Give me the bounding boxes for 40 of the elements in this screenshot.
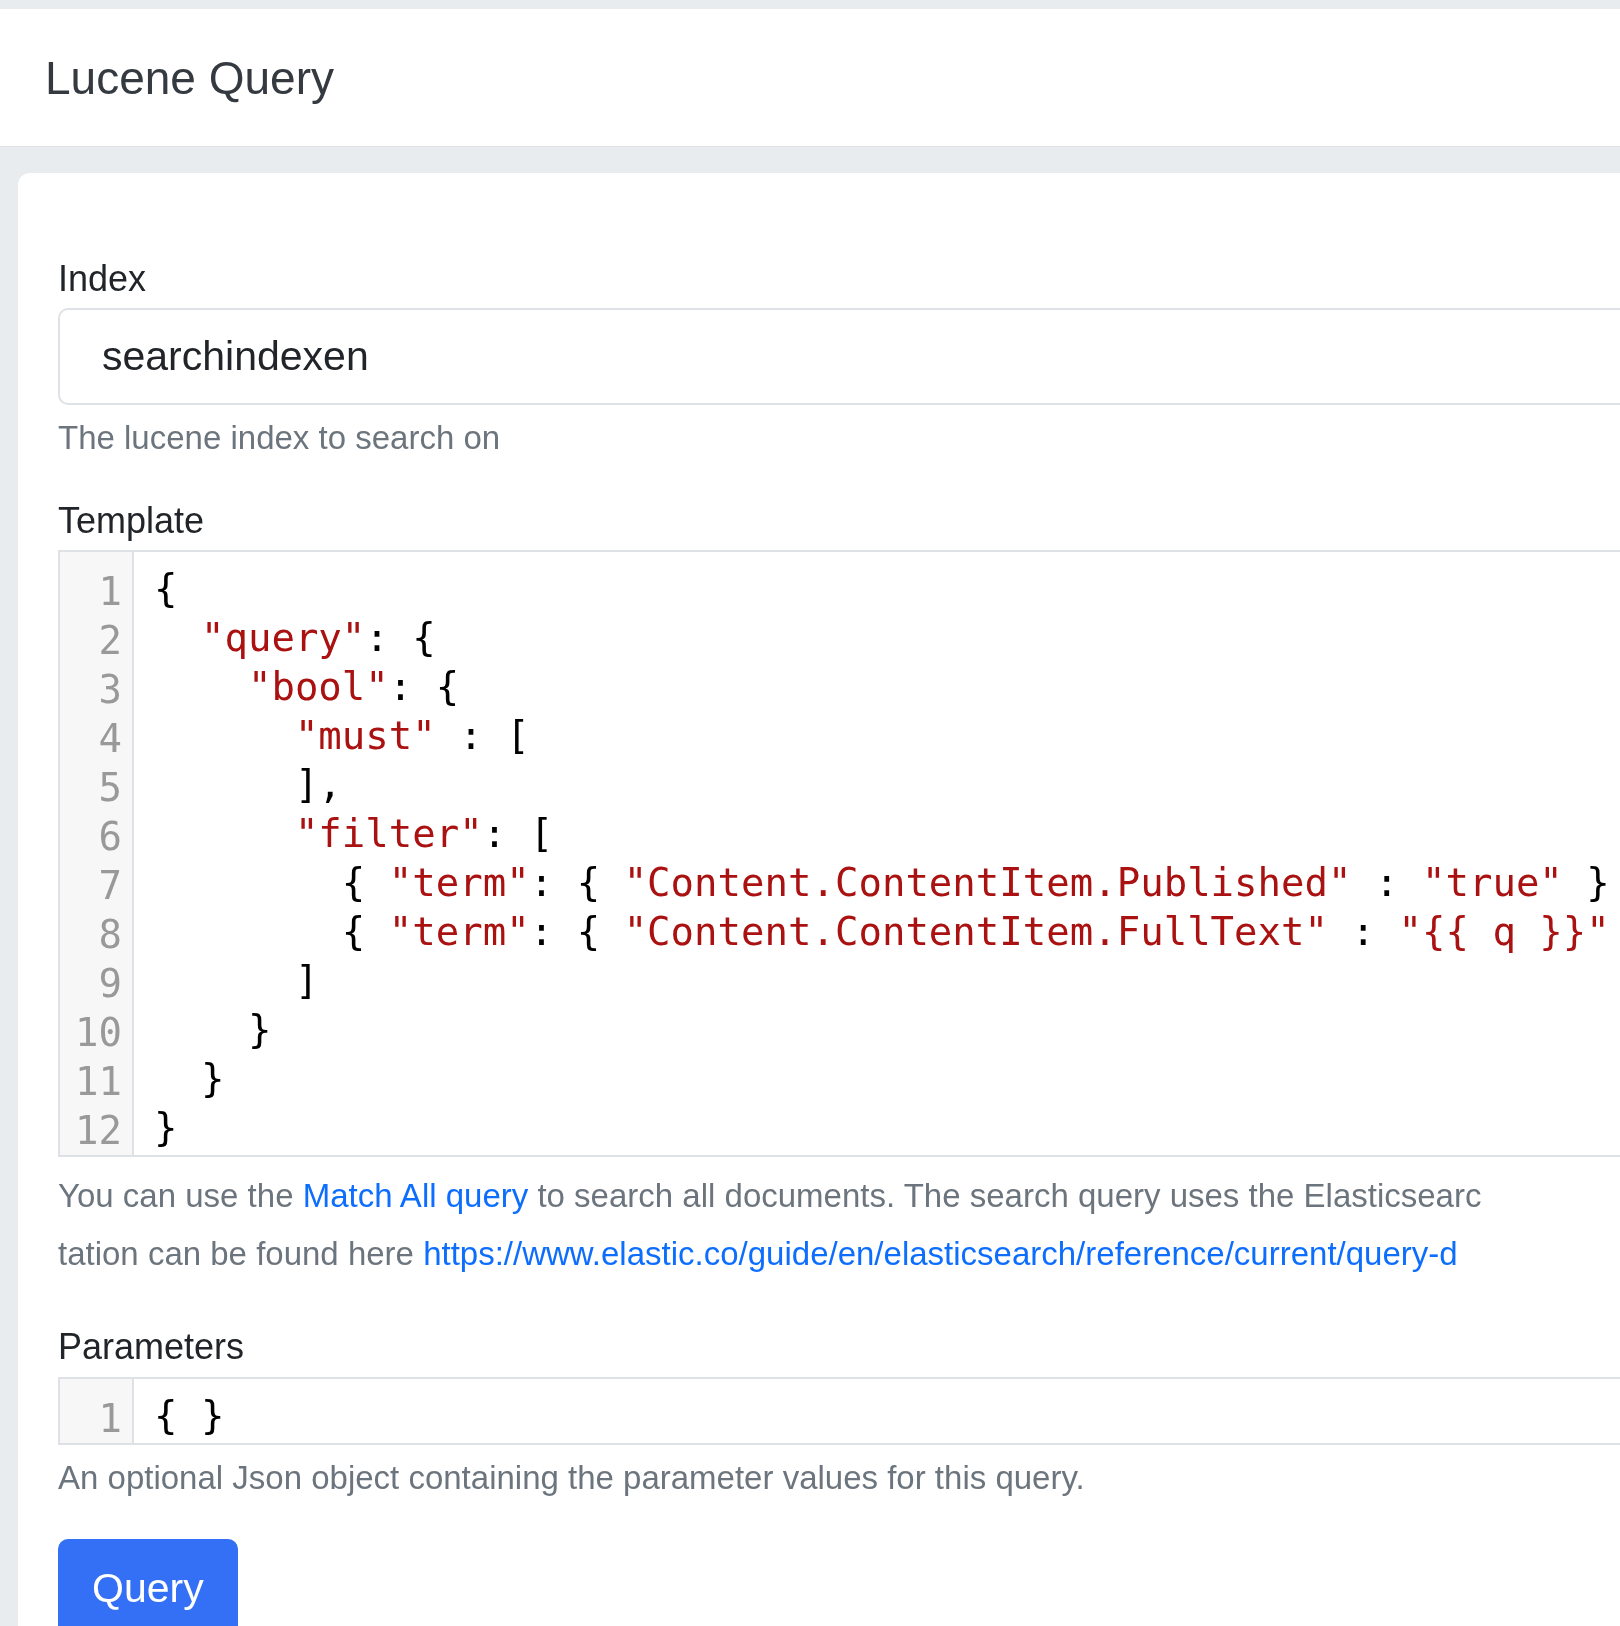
code-line: { } [154, 1391, 226, 1440]
code-line: "bool": { [246, 663, 461, 712]
line-number: 7 [97, 862, 122, 911]
code-line: { "term": { "Content.ContentItem.FullText" : "{{ q }}" [340, 908, 1611, 957]
code-line: } [199, 1055, 226, 1104]
code-line: "query": { [199, 614, 437, 663]
help-text: The lucene index to search on [58, 419, 502, 458]
help-text: tation can be found here https://www.elastic.co/guide/en/elasticsearch/reference/current/query-d [58, 1234, 1459, 1275]
line-number: 3 [97, 666, 122, 715]
line-number: 6 [97, 813, 122, 862]
line-number: 8 [97, 911, 122, 960]
line-number: 12 [74, 1107, 122, 1156]
field-label: Parameters [58, 1325, 246, 1369]
help-text: An optional Json object containing the parameter values for this query. [58, 1458, 1086, 1497]
code-editor[interactable]: 1 { } [58, 1376, 1620, 1445]
link[interactable]: https://www.elastic.co/guide/en/elasticsearch/reference/current/query-d [423, 1235, 1458, 1273]
line-number: 5 [97, 764, 122, 813]
query-button[interactable]: Query [58, 1538, 238, 1626]
line-number: 4 [97, 715, 122, 764]
code-line: } [154, 1104, 179, 1153]
page-title: Lucene Query [45, 50, 334, 105]
field-label: Template [58, 499, 206, 543]
line-number: 10 [74, 1009, 122, 1058]
code-line: { [154, 565, 179, 614]
line-number: 1 [97, 568, 122, 617]
line-number: 9 [97, 960, 122, 1009]
line-number: 1 [97, 1394, 122, 1443]
code-editor[interactable]: 1 2 3 4 5 6 7 8 9 10 11 12 { "query": { "bool": { "must" : [ ], "filter": [ { "term": { "Content.ContentItem.Published" : "true" } { "term": { "Content.ContentItem.FullText" : "{{ q }}" ] } } } [58, 550, 1620, 1158]
code-line: "filter": [ [293, 810, 555, 859]
line-number: 11 [74, 1058, 122, 1107]
code-line: ] [293, 957, 320, 1006]
field-label: Index [58, 257, 148, 301]
code-line: "must" : [ [293, 712, 531, 761]
code-line: { "term": { "Content.ContentItem.Published" : "true" } [340, 859, 1611, 908]
input-field[interactable]: searchindexen [58, 308, 1620, 406]
link[interactable]: Match All query [302, 1177, 529, 1215]
code-line: ], [293, 761, 343, 810]
code-line: } [246, 1006, 273, 1055]
line-number: 2 [97, 617, 122, 666]
help-text: You can use the Match All query to search all documents. The search query uses the Elasticsearc [58, 1176, 1483, 1217]
